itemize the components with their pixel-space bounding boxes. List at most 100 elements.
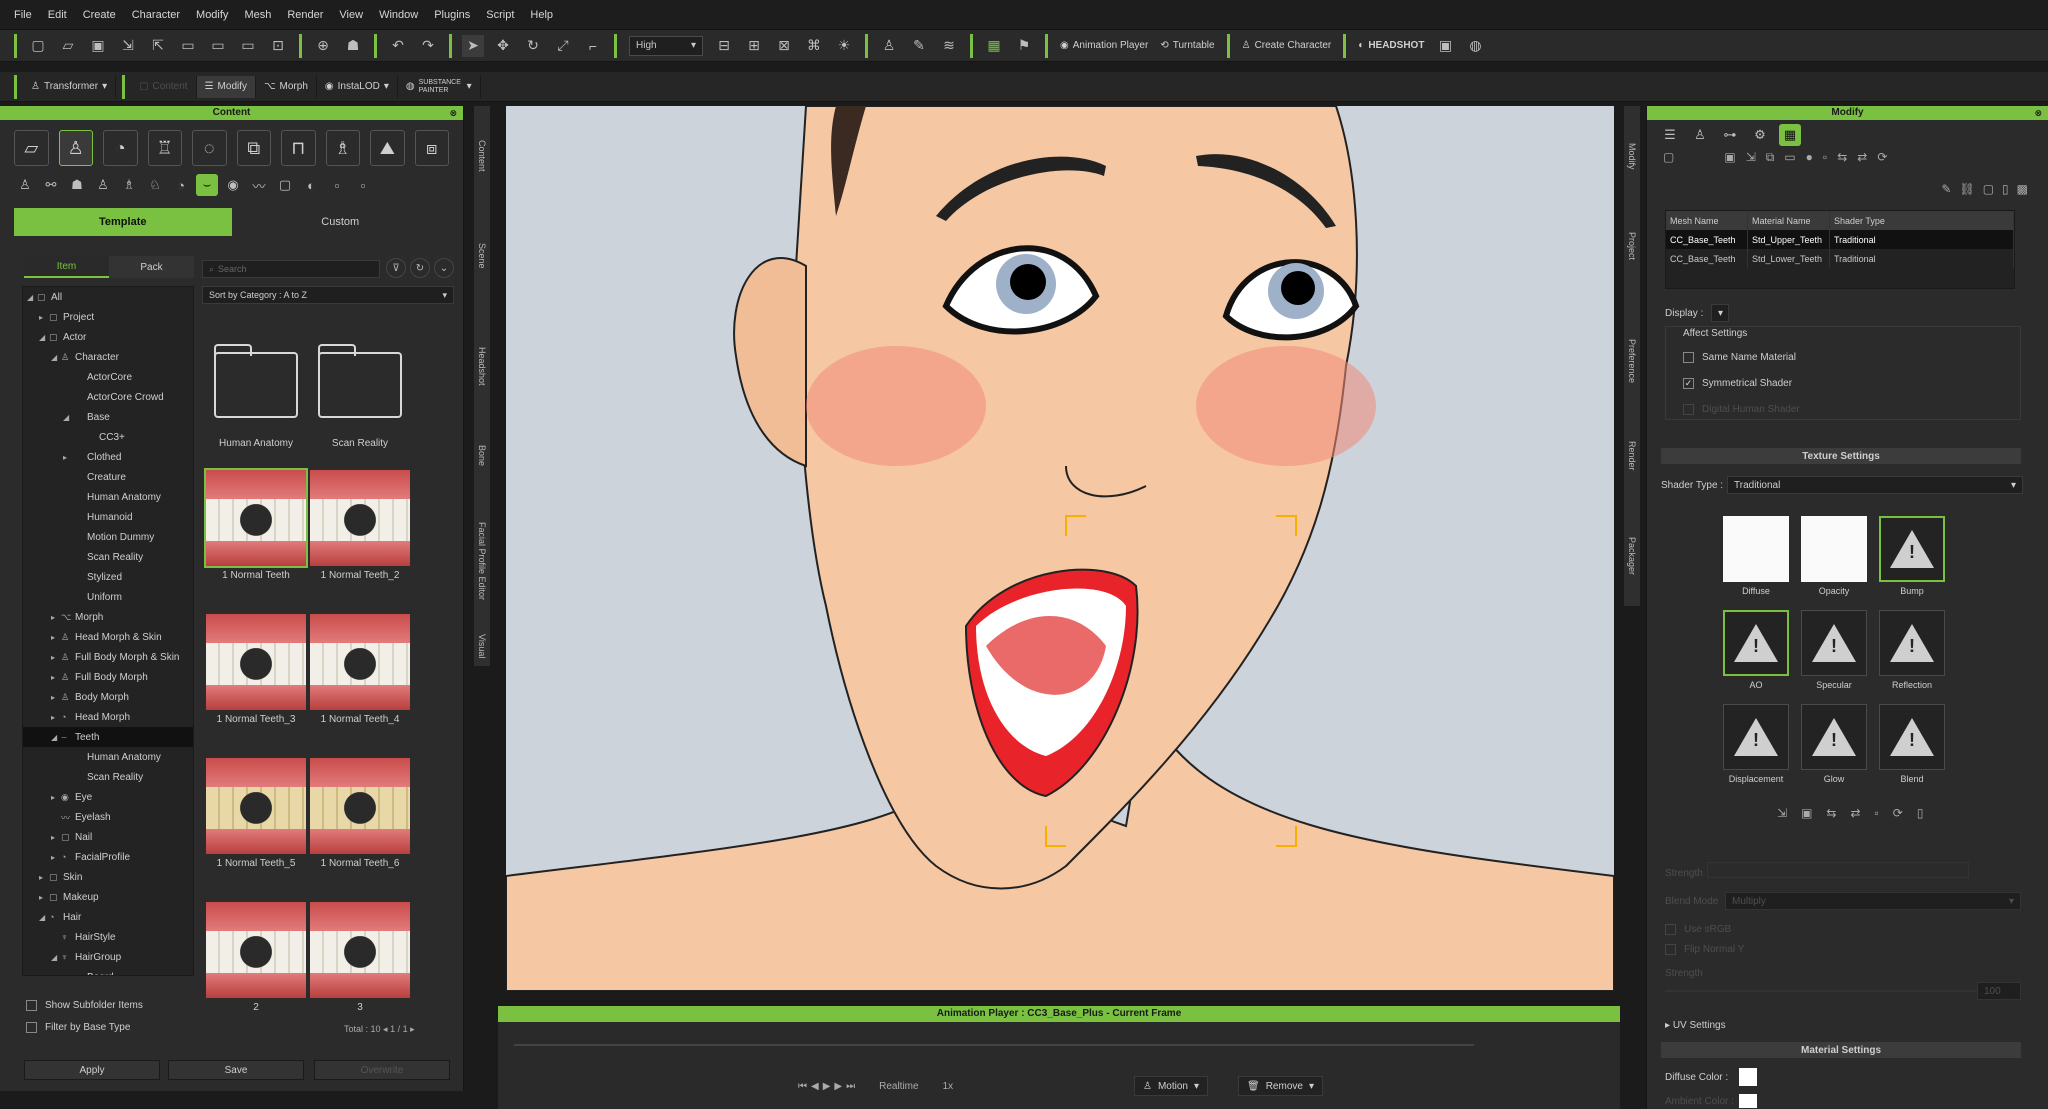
share-texture-icon[interactable]: ⇆ <box>1826 806 1836 820</box>
side-tab-visual[interactable]: Visual <box>474 626 490 666</box>
animation-player-button[interactable]: ◉ Animation Player <box>1054 35 1154 57</box>
tab-item[interactable]: Item <box>24 256 109 278</box>
tree-node[interactable]: ▸ ▢ Skin <box>23 867 193 887</box>
tree-node[interactable]: ◢ ♆ HairGroup <box>23 947 193 967</box>
side-tab-render[interactable]: Render <box>1624 426 1640 486</box>
export-usd-icon[interactable]: ▭ <box>237 35 259 57</box>
texture-icon[interactable]: ▢ <box>1663 150 1674 165</box>
paste-icon[interactable]: ▭ <box>1784 150 1795 165</box>
prop-category-icon[interactable]: ⧉ <box>236 130 271 166</box>
expand-icon[interactable]: ⌄ <box>434 258 454 278</box>
tree-node[interactable]: Human Anatomy <box>23 747 193 767</box>
export-obj-icon[interactable]: ▭ <box>207 35 229 57</box>
nail-icon[interactable]: ▢ <box>274 174 296 196</box>
timeline-slider[interactable] <box>514 1044 1474 1046</box>
new-file-icon[interactable]: ▢ <box>27 35 49 57</box>
material-settings-header[interactable]: Material Settings <box>1661 1042 2021 1058</box>
side-tab-scene[interactable]: Scene <box>474 226 490 286</box>
light-icon[interactable]: ☀ <box>833 35 855 57</box>
expand-arrow-icon[interactable]: ◢ <box>39 913 49 922</box>
side-tab-content[interactable]: Content <box>474 126 490 186</box>
teeth-item[interactable]: 3 <box>308 900 412 1013</box>
symmetrical-shader-checkbox[interactable]: ✓ Symmetrical Shader <box>1683 378 1792 389</box>
tree-node[interactable]: ▸ ▢ Makeup <box>23 887 193 907</box>
next-page-icon[interactable]: ▸ <box>410 1024 415 1034</box>
menu-item-edit[interactable]: Edit <box>40 9 75 21</box>
tree-node[interactable]: ◢ Base <box>23 407 193 427</box>
side-tab-preference[interactable]: Preference <box>1624 316 1640 406</box>
side-tab-bone[interactable]: Bone <box>474 426 490 486</box>
flip-normal-checkbox[interactable]: Flip Normal Y <box>1665 944 1744 955</box>
headshot-settings-icon[interactable]: ▣ <box>1434 35 1456 57</box>
load-icon[interactable]: ▣ <box>1724 150 1735 165</box>
tree-node[interactable]: ▸ ◔ FacialProfile <box>23 847 193 867</box>
motion-dropdown[interactable]: ♙ Motion ▾ <box>1134 1076 1209 1096</box>
filter-icon[interactable]: ⊽ <box>386 258 406 278</box>
fit-view-icon[interactable]: ⊟ <box>713 35 735 57</box>
teeth-item[interactable]: 1 Normal Teeth <box>204 468 308 581</box>
tab-pack[interactable]: Pack <box>109 256 194 278</box>
tree-node[interactable]: Human Anatomy <box>23 487 193 507</box>
prev-frame-icon[interactable]: ◀ <box>811 1081 819 1092</box>
expand-arrow-icon[interactable]: ◢ <box>63 413 73 422</box>
tree-node[interactable]: ◢ ♙ Character <box>23 347 193 367</box>
tree-node[interactable]: ♆ HairStyle <box>23 927 193 947</box>
hair-category-icon[interactable]: ◔ <box>103 130 138 166</box>
teeth-item[interactable]: 1 Normal Teeth_5 <box>204 756 308 869</box>
open-folder-icon[interactable]: ▱ <box>57 35 79 57</box>
remove-dropdown[interactable]: 🗑 Remove ▾ <box>1238 1076 1323 1096</box>
expand-arrow-icon[interactable]: ▸ <box>51 653 61 662</box>
tree-node[interactable]: 〰 Eyelash <box>23 807 193 827</box>
motion-icon[interactable]: ♙ <box>1689 124 1711 146</box>
close-icon[interactable]: ⊗ <box>2034 106 2042 120</box>
flag-icon[interactable]: ⚑ <box>1013 35 1035 57</box>
sort-dropdown[interactable]: Sort by Category : A to Z ▾ <box>202 286 454 304</box>
blank-icon-1[interactable]: ▫ <box>326 174 348 196</box>
grid-icon[interactable]: ▦ <box>983 35 1005 57</box>
expand-arrow-icon[interactable]: ▸ <box>51 613 61 622</box>
headshot-button[interactable]: ◐ HEADSHOT <box>1352 35 1430 57</box>
export-fbx-icon[interactable]: ▭ <box>177 35 199 57</box>
multi-category-icon[interactable]: ⧈ <box>414 130 449 166</box>
rotate-icon[interactable]: ↻ <box>522 35 544 57</box>
tree-node[interactable]: CC3+ <box>23 427 193 447</box>
tree-node[interactable]: ◢ ◔ Hair <box>23 907 193 927</box>
transformer-button[interactable]: ♙ Transformer ▾ <box>23 75 117 98</box>
scene-category-icon[interactable]: ⛰ <box>370 130 405 166</box>
save-button[interactable]: Save <box>168 1060 304 1080</box>
diffuse-color-swatch[interactable] <box>1739 1068 1757 1086</box>
cube-icon[interactable]: ▫ <box>1823 150 1827 165</box>
full-body-morph-icon[interactable]: ♗ <box>118 174 140 196</box>
quality-dropdown[interactable]: High ▾ <box>629 35 703 56</box>
expand-arrow-icon[interactable]: ◢ <box>51 353 61 362</box>
expand-arrow-icon[interactable]: ▸ <box>63 973 73 976</box>
show-subfolder-checkbox[interactable]: Show Subfolder Items <box>26 1000 143 1011</box>
expand-arrow-icon[interactable]: ◢ <box>51 953 61 962</box>
head-morph-icon[interactable]: ◔ <box>170 174 192 196</box>
texture-slot-bump[interactable]: Bump <box>1879 516 1945 596</box>
menu-item-mesh[interactable]: Mesh <box>236 9 279 21</box>
teeth-item[interactable]: 1 Normal Teeth_4 <box>308 612 412 725</box>
link-icon[interactable]: ⛓ <box>1959 182 1974 196</box>
frame-icon[interactable]: ⊞ <box>743 35 765 57</box>
material-icon[interactable]: ⚙ <box>1749 124 1771 146</box>
side-tab-headshot[interactable]: Headshot <box>474 326 490 406</box>
create-character-button[interactable]: ♙ Create Character <box>1236 35 1338 57</box>
tab-template[interactable]: Template <box>14 208 232 236</box>
folder-item[interactable]: Human Anatomy <box>204 336 308 449</box>
attribute-icon[interactable]: ⊶ <box>1719 124 1741 146</box>
menu-item-render[interactable]: Render <box>279 9 331 21</box>
morph-sub-icon[interactable]: ⚯ <box>40 174 62 196</box>
sphere-icon[interactable]: ● <box>1806 150 1813 165</box>
tree-node[interactable]: ◢ ▢ Actor <box>23 327 193 347</box>
person-icon[interactable]: ☗ <box>342 35 364 57</box>
menu-item-character[interactable]: Character <box>124 9 188 21</box>
picker-icon[interactable]: ✎ <box>1941 182 1951 196</box>
menu-item-window[interactable]: Window <box>371 9 426 21</box>
body-icon[interactable]: ♙ <box>14 174 36 196</box>
tree-node[interactable]: ▸ ◔ Head Morph <box>23 707 193 727</box>
tree-node[interactable]: ◢ ⌣ Teeth <box>23 727 193 747</box>
tree-node[interactable]: Uniform <box>23 587 193 607</box>
export-icon[interactable]: ⇱ <box>147 35 169 57</box>
copy-icon[interactable]: ⧉ <box>1766 150 1775 165</box>
